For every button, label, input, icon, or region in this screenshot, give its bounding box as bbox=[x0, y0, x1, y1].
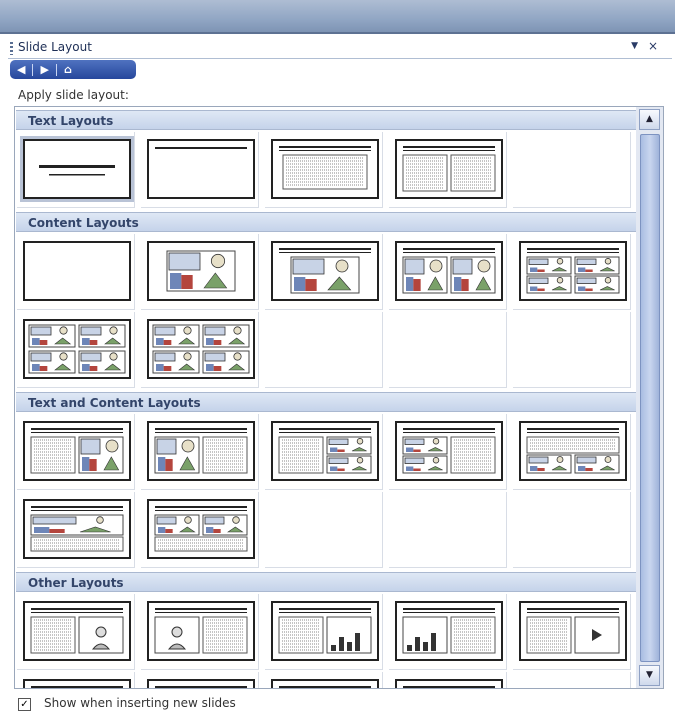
section-header: Other Layouts bbox=[16, 572, 636, 592]
apply-layout-label: Apply slide layout: bbox=[18, 88, 129, 102]
layout-thumbnail-cliparttext[interactable] bbox=[147, 601, 255, 661]
layout-cell[interactable] bbox=[141, 594, 259, 670]
layout-gallery: Text Layouts Content Layouts Text and Cont… bbox=[14, 106, 638, 689]
task-pane-header: Slide Layout ▼ × bbox=[8, 38, 672, 59]
layout-cell[interactable] bbox=[17, 672, 135, 688]
layout-cell[interactable] bbox=[17, 414, 135, 490]
forward-icon[interactable]: ▶ bbox=[33, 63, 55, 76]
layout-thumbnail-textovercontent[interactable] bbox=[519, 421, 627, 481]
grip-icon[interactable] bbox=[10, 42, 13, 55]
layout-cell bbox=[265, 312, 383, 388]
show-when-inserting-label: Show when inserting new slides bbox=[44, 696, 236, 710]
close-icon[interactable]: × bbox=[648, 39, 658, 53]
layout-thumbnail-titletwocontent[interactable] bbox=[395, 241, 503, 301]
layout-thumbnail-textmedia[interactable] bbox=[519, 601, 627, 661]
layout-cell[interactable] bbox=[513, 414, 631, 490]
layout-cell[interactable] bbox=[141, 312, 259, 388]
section-header: Text Layouts bbox=[16, 110, 636, 130]
layout-cell[interactable] bbox=[141, 132, 259, 208]
layout-cell bbox=[513, 492, 631, 568]
layout-thumbnail-blank[interactable] bbox=[23, 241, 131, 301]
layout-thumbnail-twocontenttext[interactable] bbox=[395, 421, 503, 481]
show-when-inserting-checkbox[interactable]: ✓ bbox=[18, 698, 31, 711]
layout-cell[interactable] bbox=[17, 594, 135, 670]
back-icon[interactable]: ◀ bbox=[10, 63, 32, 76]
layout-thumbnail-chart[interactable] bbox=[395, 679, 503, 688]
vertical-scrollbar[interactable]: ▲ ▼ bbox=[636, 106, 664, 689]
layout-thumbnail-textchart[interactable] bbox=[271, 601, 379, 661]
layout-cell[interactable] bbox=[17, 132, 135, 208]
layout-thumbnail-titletwocol[interactable] bbox=[395, 139, 503, 199]
section-header: Content Layouts bbox=[16, 212, 636, 232]
layout-cell[interactable] bbox=[265, 234, 383, 310]
layout-cell bbox=[389, 312, 507, 388]
layout-thumbnail-textcontent[interactable] bbox=[23, 421, 131, 481]
section-header: Text and Content Layouts bbox=[16, 392, 636, 412]
layout-cell[interactable] bbox=[389, 414, 507, 490]
layout-thumbnail-charttext[interactable] bbox=[395, 601, 503, 661]
layout-thumbnail-titlefourcontent[interactable] bbox=[519, 241, 627, 301]
layout-thumbnail-textoverobjects[interactable] bbox=[147, 679, 255, 688]
layout-cell[interactable] bbox=[17, 312, 135, 388]
scroll-up-icon[interactable]: ▲ bbox=[639, 109, 660, 130]
layout-cell[interactable] bbox=[389, 672, 507, 688]
scroll-down-icon[interactable]: ▼ bbox=[639, 665, 660, 686]
window-top-bar bbox=[0, 0, 675, 34]
layout-cell[interactable] bbox=[17, 234, 135, 310]
layout-thumbnail-textclipart[interactable] bbox=[23, 601, 131, 661]
layout-thumbnail-fourcontent[interactable] bbox=[147, 319, 255, 379]
layout-cell[interactable] bbox=[513, 234, 631, 310]
layout-cell bbox=[265, 492, 383, 568]
layout-cell bbox=[389, 492, 507, 568]
layout-thumbnail-contentovertext[interactable] bbox=[23, 499, 131, 559]
layout-thumbnail-contenttext[interactable] bbox=[147, 421, 255, 481]
layout-cell[interactable] bbox=[265, 132, 383, 208]
layout-cell bbox=[513, 312, 631, 388]
layout-cell[interactable] bbox=[265, 414, 383, 490]
layout-thumbnail-content[interactable] bbox=[147, 241, 255, 301]
layout-cell[interactable] bbox=[265, 594, 383, 670]
pane-title: Slide Layout bbox=[18, 40, 92, 54]
layout-cell[interactable] bbox=[141, 414, 259, 490]
layout-thumbnail-title[interactable] bbox=[23, 139, 131, 199]
layout-cell[interactable] bbox=[389, 132, 507, 208]
layout-thumbnail-titletext[interactable] bbox=[271, 139, 379, 199]
task-pane-nav: ◀ ▶ ⌂ bbox=[10, 60, 136, 79]
layout-thumbnail-titlecontent[interactable] bbox=[271, 241, 379, 301]
layout-cell bbox=[513, 132, 631, 208]
layout-thumbnail-orgchart[interactable] bbox=[271, 679, 379, 688]
home-icon[interactable]: ⌂ bbox=[57, 63, 79, 76]
layout-cell[interactable] bbox=[265, 672, 383, 688]
layout-cell[interactable] bbox=[141, 492, 259, 568]
layout-thumbnail-fourcontent[interactable] bbox=[23, 319, 131, 379]
layout-cell[interactable] bbox=[513, 594, 631, 670]
dropdown-arrow-icon[interactable]: ▼ bbox=[631, 41, 638, 51]
layout-thumbnail-twocontentovertext[interactable] bbox=[147, 499, 255, 559]
layout-cell[interactable] bbox=[389, 234, 507, 310]
layout-thumbnail-texttwocontent[interactable] bbox=[271, 421, 379, 481]
layout-cell[interactable] bbox=[17, 492, 135, 568]
layout-cell[interactable] bbox=[141, 234, 259, 310]
layout-thumbnail-titleonly[interactable] bbox=[147, 139, 255, 199]
layout-cell[interactable] bbox=[141, 672, 259, 688]
footer: ✓ Show when inserting new slides bbox=[14, 696, 654, 716]
layout-cell[interactable] bbox=[389, 594, 507, 670]
layout-cell bbox=[513, 672, 631, 688]
scroll-thumb[interactable] bbox=[640, 134, 660, 662]
layout-thumbnail-mediatext[interactable] bbox=[23, 679, 131, 688]
